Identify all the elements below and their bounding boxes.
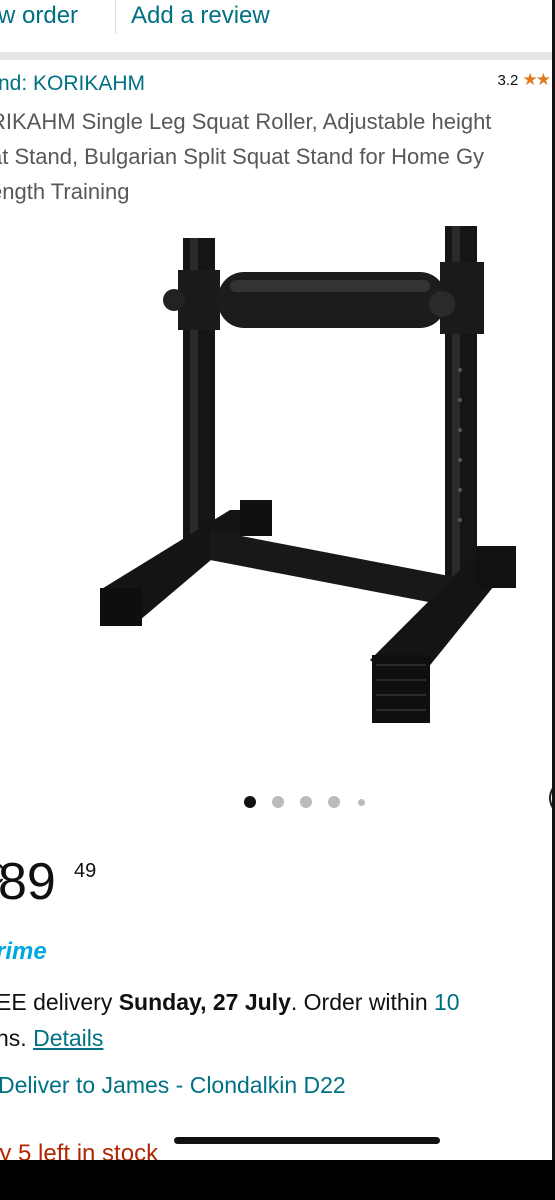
carousel-dot[interactable] <box>328 796 340 808</box>
home-indicator[interactable] <box>174 1137 440 1144</box>
carousel-dot[interactable] <box>358 799 365 806</box>
delivery-info: EE delivery Sunday, 27 July. Order withi… <box>0 984 553 1056</box>
carousel-dot[interactable] <box>300 796 312 808</box>
order-countdown: 10 <box>434 989 460 1015</box>
title-line: RIKAHM Single Leg Squat Roller, Adjustab… <box>0 109 492 134</box>
product-page: w order Add a review nd: KORIKAHM 3.2 ★★… <box>0 0 553 1160</box>
prime-badge: rime <box>0 938 47 965</box>
price-whole: 89 <box>0 853 56 911</box>
carousel-dot[interactable] <box>272 796 284 808</box>
top-links-bar: w order Add a review <box>0 0 553 42</box>
stock-status: ly 5 left in stock <box>0 1140 159 1160</box>
details-link[interactable]: Details <box>33 1025 103 1051</box>
deliver-to-link[interactable]: Deliver to James - Clondalkin D22 <box>0 1072 346 1099</box>
brand-link[interactable]: nd: KORIKAHM <box>0 72 145 96</box>
order-within-text: . Order within <box>290 989 435 1015</box>
add-review-link[interactable]: Add a review <box>131 2 270 30</box>
product-image[interactable] <box>70 210 540 750</box>
section-divider <box>0 52 553 60</box>
product-title: RIKAHM Single Leg Squat Roller, Adjustab… <box>0 104 553 209</box>
view-order-link[interactable]: w order <box>0 2 78 30</box>
price-fraction: 49 <box>74 860 97 882</box>
delivery-line2-prefix: ns. <box>0 1025 27 1051</box>
star-rating-icon: ★★ <box>522 70 552 89</box>
rating-summary[interactable]: 3.2 ★★ <box>497 70 552 90</box>
rating-value: 3.2 <box>497 72 519 89</box>
title-line: ength Training <box>0 179 130 204</box>
title-line: at Stand, Bulgarian Split Squat Stand fo… <box>0 144 485 169</box>
delivery-date: Sunday, 27 July <box>118 989 291 1015</box>
carousel-dot[interactable] <box>244 796 256 808</box>
link-divider <box>115 0 116 34</box>
delivery-prefix: EE delivery <box>0 989 119 1015</box>
